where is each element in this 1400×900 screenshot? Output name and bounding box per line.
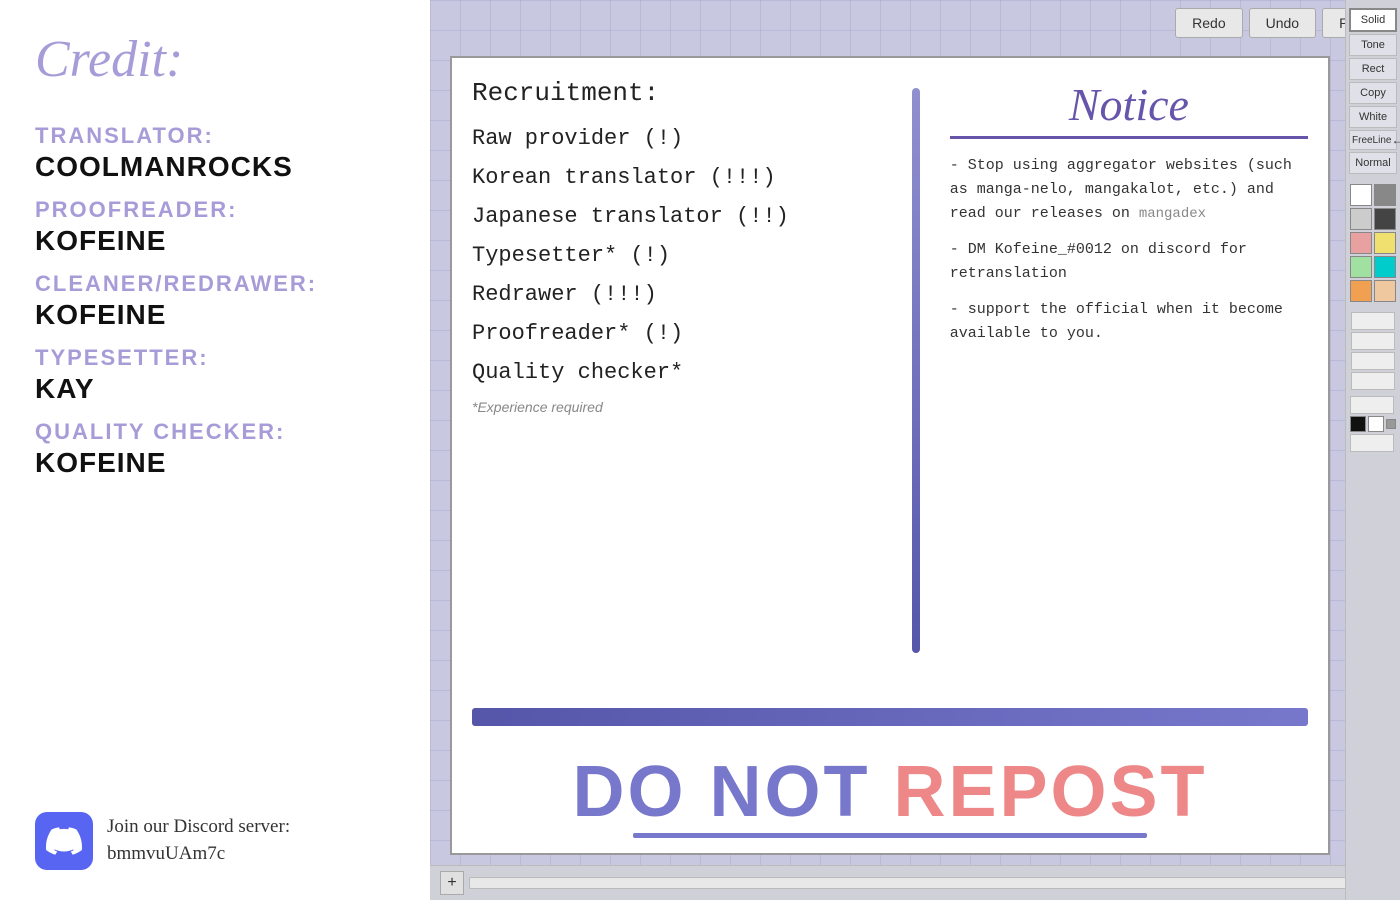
page-controls: + - <box>430 865 1400 900</box>
size-input[interactable]: 1px <box>1350 396 1394 414</box>
notice-column: Notice - Stop using aggregator websites … <box>935 78 1308 683</box>
color-row-4 <box>1350 256 1396 278</box>
color-row-3 <box>1350 232 1396 254</box>
right-panel: Redo Undo Paint Recruitment: Raw provide… <box>430 0 1400 900</box>
swatch-white[interactable] <box>1350 184 1372 206</box>
recruitment-item-2: Japanese translator (!!) <box>472 204 910 229</box>
qc-value: KOFEINE <box>35 447 395 479</box>
swatch-pink[interactable] <box>1350 232 1372 254</box>
recruitment-column: Recruitment: Raw provider (!) Korean tra… <box>472 78 920 683</box>
mangadex-link: mangadex <box>1139 206 1206 222</box>
repost-underline <box>633 833 1147 838</box>
freeline-arrow: ← <box>1391 133 1400 147</box>
tool-freeline[interactable]: FreeLine ← <box>1349 130 1397 150</box>
qc-label: QUALITY CHECKER: <box>35 419 395 445</box>
purple-separator-bar <box>472 708 1308 726</box>
role-typesetter: TYPESETTER: KAY <box>35 331 395 405</box>
discord-section[interactable]: Join our Discord server: bmmvuUAm7c <box>35 792 395 870</box>
black-white-swatches <box>1350 416 1396 432</box>
layer-input[interactable]: Layer0 <box>1350 434 1394 452</box>
tool-white[interactable]: White <box>1349 106 1397 128</box>
swatch-cyan[interactable] <box>1374 256 1396 278</box>
swatch-black[interactable] <box>1350 416 1366 432</box>
swatch-green[interactable] <box>1350 256 1372 278</box>
tools-sidebar: Solid Tone Rect Copy White FreeLine ← No… <box>1345 0 1400 900</box>
toolbar: Redo Undo Paint <box>430 0 1400 46</box>
vertical-divider <box>912 88 920 653</box>
typesetter-label: TYPESETTER: <box>35 345 395 371</box>
manga-content: Recruitment: Raw provider (!) Korean tra… <box>452 58 1328 703</box>
redo-button[interactable]: Redo <box>1175 8 1242 38</box>
do-not-repost-section: DO NOT REPOST <box>452 731 1328 853</box>
b-input[interactable]: B0 <box>1351 352 1395 370</box>
recruitment-item-4: Redrawer (!!!) <box>472 282 910 307</box>
content-area: Recruitment: Raw provider (!) Korean tra… <box>430 46 1400 865</box>
left-panel: Credit: TRANSLATOR: COOLMANROCKS PROOFRE… <box>0 0 430 900</box>
r-input[interactable]: R0 <box>1351 312 1395 330</box>
cleaner-label: CLEANER/REDRAWER: <box>35 271 395 297</box>
recruitment-item-6: Quality checker* <box>472 360 910 385</box>
tool-rect[interactable]: Rect <box>1349 58 1397 80</box>
notice-point-1: - DM Kofeine_#0012 on discord for retran… <box>950 238 1308 286</box>
undo-button[interactable]: Undo <box>1249 8 1316 38</box>
tool-normal[interactable]: Normal <box>1349 152 1397 174</box>
translator-label: TRANSLATOR: <box>35 123 395 149</box>
rgba-inputs: R0 G0 B0 A255 <box>1351 312 1395 390</box>
credit-title: Credit: <box>35 30 395 89</box>
role-proofreader: PROOFREADER: KOFEINE <box>35 183 395 257</box>
freeline-label: FreeLine <box>1352 135 1391 146</box>
tool-solid[interactable]: Solid <box>1349 8 1397 32</box>
swatch-mid[interactable] <box>1386 419 1396 429</box>
color-row-5 <box>1350 280 1396 302</box>
proofreader-label: PROOFREADER: <box>35 197 395 223</box>
role-qc: QUALITY CHECKER: KOFEINE <box>35 405 395 479</box>
g-input[interactable]: G0 <box>1351 332 1395 350</box>
proofreader-value: KOFEINE <box>35 225 395 257</box>
repost-text: REPOST <box>893 752 1207 832</box>
recruitment-title: Recruitment: <box>472 78 910 108</box>
translator-value: COOLMANROCKS <box>35 151 395 183</box>
swatch-white-small[interactable] <box>1368 416 1384 432</box>
notice-point-0: - Stop using aggregator websites (such a… <box>950 154 1308 226</box>
swatch-yellow[interactable] <box>1374 232 1396 254</box>
do-not-repost-text: DO NOT REPOST <box>462 751 1318 833</box>
tool-copy[interactable]: Copy <box>1349 82 1397 104</box>
recruitment-item-0: Raw provider (!) <box>472 126 910 151</box>
a-input[interactable]: A255 <box>1351 372 1395 390</box>
discord-text: Join our Discord server: bmmvuUAm7c <box>107 814 290 867</box>
color-row-2 <box>1350 208 1396 230</box>
recruitment-item-3: Typesetter* (!) <box>472 243 910 268</box>
swatch-gray[interactable] <box>1374 184 1396 206</box>
tool-options: 1px Layer0 <box>1350 396 1396 452</box>
experience-note: *Experience required <box>472 399 910 415</box>
swatch-peach[interactable] <box>1374 280 1396 302</box>
cleaner-value: KOFEINE <box>35 299 395 331</box>
manga-page: Recruitment: Raw provider (!) Korean tra… <box>450 56 1330 855</box>
notice-point-2: - support the official when it become av… <box>950 298 1308 346</box>
color-section <box>1350 182 1396 304</box>
notice-title: Notice <box>950 78 1308 139</box>
color-row-1 <box>1350 184 1396 206</box>
page-add-button[interactable]: + <box>440 871 464 895</box>
horizontal-scrollbar[interactable] <box>469 877 1361 889</box>
swatch-orange[interactable] <box>1350 280 1372 302</box>
recruitment-item-5: Proofreader* (!) <box>472 321 910 346</box>
role-translator: TRANSLATOR: COOLMANROCKS <box>35 109 395 183</box>
role-cleaner: CLEANER/REDRAWER: KOFEINE <box>35 257 395 331</box>
swatch-darkgray[interactable] <box>1374 208 1396 230</box>
swatch-lightgray[interactable] <box>1350 208 1372 230</box>
discord-icon[interactable] <box>35 812 93 870</box>
do-not-text: DO NOT <box>572 752 870 832</box>
recruitment-item-1: Korean translator (!!!) <box>472 165 910 190</box>
typesetter-value: KAY <box>35 373 395 405</box>
tool-tone[interactable]: Tone <box>1349 34 1397 56</box>
